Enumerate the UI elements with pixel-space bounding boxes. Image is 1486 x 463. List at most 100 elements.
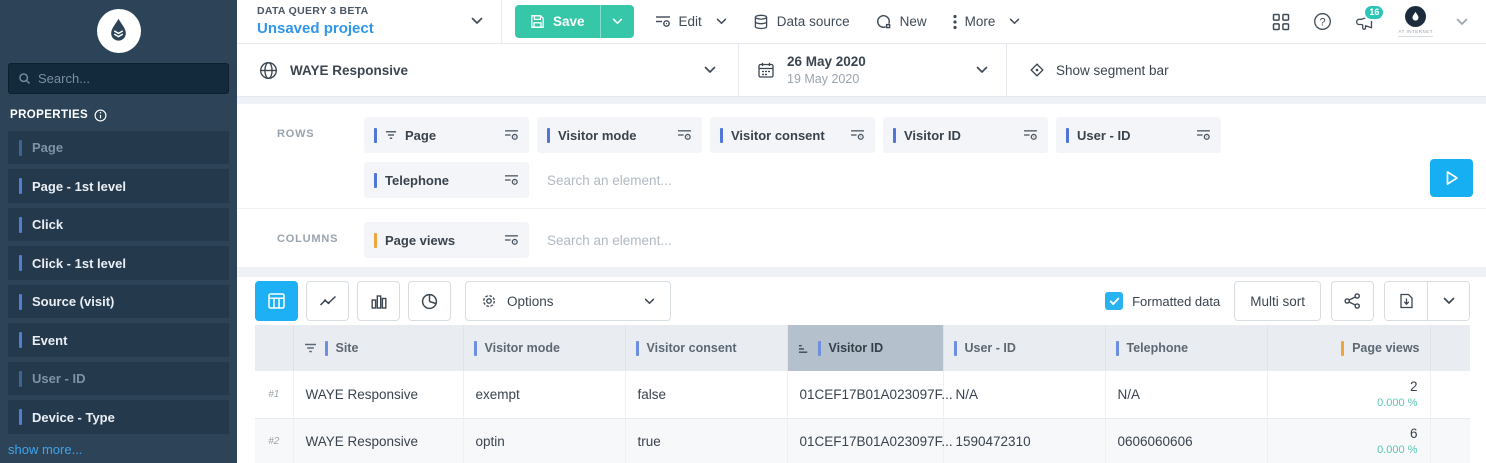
- help-icon[interactable]: ?: [1313, 12, 1332, 31]
- sidebar-item-click[interactable]: Click: [8, 208, 229, 242]
- columns-label: COLUMNS: [237, 222, 364, 258]
- chip-settings-icon[interactable]: [504, 129, 519, 141]
- formatted-data-label: Formatted data: [1132, 294, 1220, 309]
- dimension-accent-bar: [19, 140, 22, 156]
- rows-search-input[interactable]: [547, 173, 827, 188]
- sidebar-search-input[interactable]: [38, 71, 219, 86]
- column-header-visitor-mode[interactable]: Visitor mode: [463, 325, 625, 371]
- options-dropdown[interactable]: Options: [465, 281, 671, 321]
- export-options-chevron-button[interactable]: [1427, 282, 1469, 320]
- chip-settings-icon[interactable]: [850, 129, 865, 141]
- row-chip-user-id[interactable]: User - ID: [1056, 117, 1221, 153]
- account-label: AT INTERNET: [1398, 29, 1433, 37]
- page-views-percent: 0.000 %: [1280, 444, 1418, 457]
- apps-grid-icon[interactable]: [1272, 13, 1290, 31]
- column-header-telephone[interactable]: Telephone: [1105, 325, 1267, 371]
- sidebar-item-event[interactable]: Event: [8, 323, 229, 357]
- column-header-label: User - ID: [965, 341, 1016, 355]
- sidebar-item-page[interactable]: Page: [8, 131, 229, 165]
- cell-visitor-consent: true: [625, 418, 787, 463]
- sidebar-item-label: User - ID: [32, 371, 85, 386]
- project-title: Unsaved project: [257, 19, 374, 39]
- sidebar-item-label: Click - 1st level: [32, 256, 126, 271]
- show-more-link[interactable]: show more...: [8, 442, 237, 457]
- view-table-button[interactable]: [255, 281, 298, 321]
- column-header-label: Site: [336, 341, 359, 355]
- new-project-icon: [876, 14, 892, 30]
- sidebar-search[interactable]: [8, 63, 229, 94]
- columns-section: COLUMNS Page views: [237, 209, 1486, 267]
- chip-settings-icon[interactable]: [677, 129, 692, 141]
- date-range-selector[interactable]: 26 May 2020 19 May 2020: [739, 44, 1007, 96]
- column-header-visitor-id[interactable]: Visitor ID: [787, 325, 943, 371]
- page-views-percent: 0.000 %: [1280, 397, 1418, 410]
- table-row[interactable]: #2 WAYE Responsive optin true 01CEF17B01…: [255, 418, 1470, 463]
- column-header-page-views[interactable]: Page views: [1267, 325, 1430, 371]
- globe-icon: [259, 61, 278, 80]
- save-button[interactable]: Save: [515, 5, 634, 38]
- context-bar: WAYE Responsive: [237, 44, 1486, 97]
- info-icon[interactable]: [94, 109, 107, 122]
- top-right-icons: ? 16 AT INTERNET: [1272, 6, 1486, 37]
- view-pie-chart-button[interactable]: [408, 281, 451, 321]
- formatted-data-checkbox[interactable]: [1105, 292, 1123, 310]
- sidebar-item-page-1st-level[interactable]: Page - 1st level: [8, 169, 229, 203]
- sidebar-item-device-type[interactable]: Device - Type: [8, 400, 229, 434]
- dimension-accent-bar: [474, 341, 477, 356]
- sidebar-item-source-visit[interactable]: Source (visit): [8, 285, 229, 319]
- row-chip-visitor-mode[interactable]: Visitor mode: [537, 117, 702, 153]
- sidebar-item-click-1st-level[interactable]: Click - 1st level: [8, 246, 229, 280]
- column-header-user-id[interactable]: User - ID: [943, 325, 1105, 371]
- project-selector[interactable]: DATA QUERY 3 BETA Unsaved project: [257, 5, 501, 38]
- dimension-accent-bar: [1066, 128, 1069, 143]
- sidebar-item-label: Event: [32, 333, 67, 348]
- new-button[interactable]: New: [863, 14, 940, 30]
- column-chip-page-views[interactable]: Page views: [364, 222, 529, 258]
- row-number: #1: [255, 371, 293, 418]
- share-button[interactable]: [1331, 281, 1374, 321]
- view-bar-chart-button[interactable]: [357, 281, 400, 321]
- table-row[interactable]: #1 WAYE Responsive exempt false 01CEF17B…: [255, 371, 1470, 418]
- export-button[interactable]: [1385, 282, 1427, 320]
- account-menu[interactable]: AT INTERNET: [1398, 6, 1433, 37]
- formatted-data-toggle[interactable]: Formatted data: [1105, 292, 1220, 310]
- save-icon: [530, 14, 545, 29]
- row-chip-visitor-id[interactable]: Visitor ID: [883, 117, 1048, 153]
- notifications-megaphone-icon[interactable]: 16: [1355, 13, 1375, 31]
- segment-label: Show segment bar: [1056, 63, 1169, 78]
- row-chip-telephone[interactable]: Telephone: [364, 162, 529, 198]
- site-selector[interactable]: WAYE Responsive: [237, 44, 739, 96]
- sidebar-item-user-id[interactable]: User - ID: [8, 362, 229, 396]
- chevron-down-icon: [976, 66, 988, 74]
- database-icon: [753, 14, 769, 30]
- chip-settings-icon[interactable]: [504, 174, 519, 186]
- save-dropdown-button[interactable]: [600, 5, 634, 38]
- edit-label: Edit: [679, 14, 702, 29]
- divider: [501, 0, 502, 43]
- row-chip-page[interactable]: Page: [364, 117, 529, 153]
- view-line-chart-button[interactable]: [306, 281, 349, 321]
- chevron-down-icon: [471, 17, 483, 25]
- chevron-down-icon: [716, 18, 727, 25]
- column-header-site[interactable]: Site: [293, 325, 463, 371]
- edit-button[interactable]: Edit: [642, 14, 740, 29]
- notification-badge: 16: [1363, 4, 1385, 21]
- cell-telephone: 0606060606: [1105, 418, 1267, 463]
- columns-search-input[interactable]: [547, 233, 827, 248]
- run-query-button[interactable]: [1430, 159, 1473, 197]
- data-source-button[interactable]: Data source: [740, 14, 863, 30]
- chip-settings-icon[interactable]: [1023, 129, 1038, 141]
- more-button[interactable]: More: [940, 14, 1034, 30]
- segment-target-icon: [1029, 62, 1045, 78]
- chevron-down-icon[interactable]: [1456, 18, 1468, 26]
- row-chip-visitor-consent[interactable]: Visitor consent: [710, 117, 875, 153]
- dimension-accent-bar: [954, 341, 957, 356]
- column-header-visitor-consent[interactable]: Visitor consent: [625, 325, 787, 371]
- results-table: Site Visitor mode Visi: [237, 325, 1486, 463]
- multi-sort-button[interactable]: Multi sort: [1234, 281, 1321, 321]
- chip-settings-icon[interactable]: [504, 234, 519, 246]
- dimension-accent-bar: [19, 371, 22, 387]
- show-segment-bar-button[interactable]: Show segment bar: [1007, 44, 1191, 96]
- column-header-label: Visitor ID: [829, 341, 884, 355]
- chip-settings-icon[interactable]: [1196, 129, 1211, 141]
